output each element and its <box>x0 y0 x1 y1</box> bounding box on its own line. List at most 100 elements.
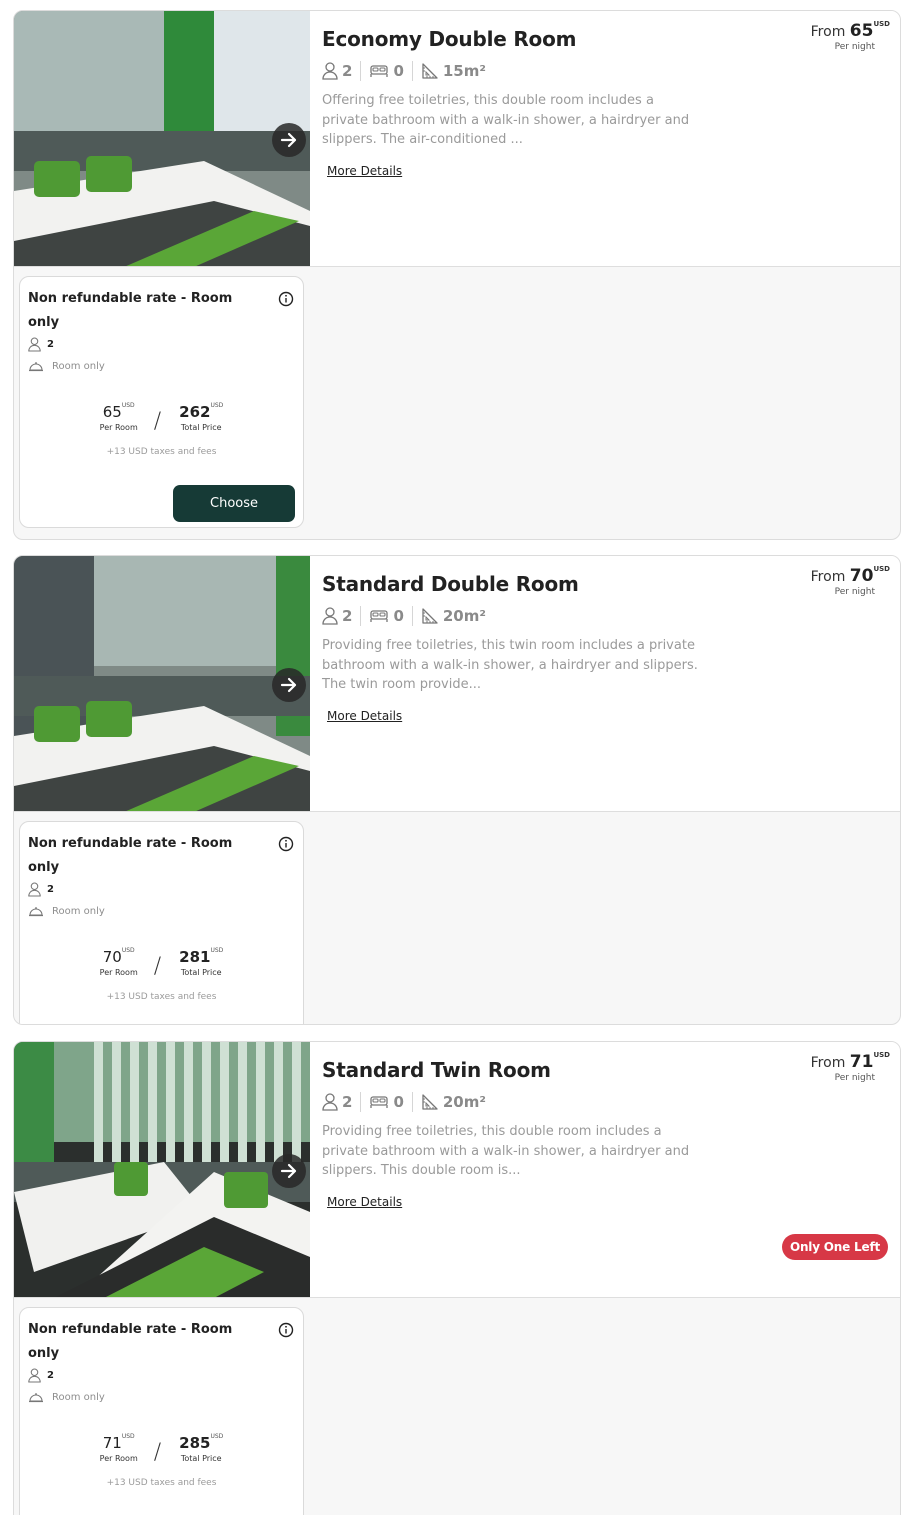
from-price-value: 65 <box>849 21 874 41</box>
more-details-link[interactable]: More Details <box>327 164 402 178</box>
person-icon <box>28 882 41 897</box>
rate-prices: 65USD Per Room / 262USD Total Price <box>20 402 303 434</box>
rate-name: Non refundable rate - Room only <box>28 291 233 330</box>
guest-capacity: 2 <box>322 61 362 81</box>
info-icon[interactable] <box>278 1322 294 1338</box>
room-features: 2 0 <box>322 1092 888 1112</box>
rate-occupancy-count: 2 <box>47 1370 54 1381</box>
total-price: 281USD Total Price <box>179 947 224 977</box>
more-details-link[interactable]: More Details <box>327 1195 402 1209</box>
room-size-feature: 20m² <box>421 606 494 626</box>
bed-count-feature: 0 <box>369 61 413 81</box>
total-price-label: Total Price <box>180 1454 222 1463</box>
arrow-right-icon <box>280 677 297 693</box>
taxes-fees: +13 USD taxes and fees <box>106 992 217 1002</box>
per-room-label: Per Room <box>99 1454 138 1463</box>
guest-count: 2 <box>342 62 353 80</box>
from-price: From 70USD Per night <box>810 565 890 597</box>
photo-next-button[interactable] <box>272 123 306 157</box>
room-photo-image <box>14 1042 310 1297</box>
rate-occupancy: 2 <box>28 337 295 352</box>
bed-count: 0 <box>393 1093 404 1111</box>
choose-button[interactable]: Choose <box>173 485 295 522</box>
photo-next-button[interactable] <box>272 1154 306 1188</box>
room-header: Standard Double Room 2 0 20m² Providing … <box>14 556 900 812</box>
from-price-value: 70 <box>849 566 874 586</box>
from-price-value: 71 <box>849 1052 874 1072</box>
from-price: From 65USD Per night <box>810 20 890 52</box>
arrow-right-icon <box>280 132 297 148</box>
area-icon <box>422 1094 438 1110</box>
room-description: Providing free toiletries, this double r… <box>322 1124 690 1178</box>
arrow-right-icon <box>280 1163 297 1179</box>
currency-label: USD <box>210 1433 224 1440</box>
rate-card: Non refundable rate - Room only 2 Room o… <box>19 821 304 1024</box>
currency-label: USD <box>121 947 135 954</box>
currency-label: USD <box>121 1433 135 1440</box>
board-type: Room only <box>52 905 105 917</box>
room-photo[interactable] <box>14 1042 310 1297</box>
room-photo[interactable] <box>14 11 310 266</box>
room-size: 20m² <box>442 607 486 625</box>
total-price: 285USD Total Price <box>179 1433 224 1463</box>
rate-board: Room only <box>28 360 295 372</box>
currency-label: USD <box>210 947 224 954</box>
total-price: 262USD Total Price <box>179 402 223 432</box>
total-price-value: 281 <box>179 948 211 966</box>
more-details-link[interactable]: More Details <box>327 709 402 723</box>
rate-prices: 71USD Per Room / 285USD Total Price <box>20 1433 303 1465</box>
info-icon[interactable] <box>278 836 294 852</box>
per-room-value: 70 <box>102 948 122 966</box>
currency-label: USD <box>873 20 890 28</box>
from-price: From 71USD Per night <box>810 1051 890 1083</box>
board-type: Room only <box>52 1391 105 1403</box>
total-price-label: Total Price <box>180 423 222 432</box>
cloche-icon <box>29 1393 43 1403</box>
guest-capacity: 2 <box>322 1092 362 1112</box>
room-size-feature: 15m² <box>421 61 494 81</box>
rate-name: Non refundable rate - Room only <box>28 836 233 875</box>
rate-occupancy-count: 2 <box>47 339 54 350</box>
photo-next-button[interactable] <box>272 668 306 702</box>
from-label: From <box>810 24 846 40</box>
guest-count: 2 <box>342 607 353 625</box>
per-room-price: 70USD Per Room <box>100 947 138 977</box>
bed-icon <box>370 610 389 622</box>
per-room-value: 65 <box>102 403 122 421</box>
price-divider: / <box>153 409 162 434</box>
room-photo[interactable] <box>14 556 310 811</box>
area-icon <box>422 608 438 624</box>
room-size-feature: 20m² <box>421 1092 494 1112</box>
cloche-icon <box>29 362 43 372</box>
info-icon[interactable] <box>278 291 294 307</box>
rate-occupancy: 2 <box>28 1368 295 1383</box>
per-room-label: Per Room <box>99 423 138 432</box>
cloche-icon <box>29 907 43 917</box>
person-icon <box>322 607 338 625</box>
bed-count: 0 <box>393 607 404 625</box>
per-room-price: 65USD Per Room <box>99 402 138 432</box>
rate-name: Non refundable rate - Room only <box>28 1322 233 1361</box>
rate-prices: 70USD Per Room / 281USD Total Price <box>20 947 303 979</box>
person-icon <box>322 62 338 80</box>
rate-list: Non refundable rate - Room only 2 Room o… <box>14 1298 900 1515</box>
availability-badge: Only One Left <box>781 1234 888 1260</box>
room-features: 2 0 <box>322 606 888 626</box>
room-photo-image <box>14 11 310 266</box>
bed-count-feature: 0 <box>369 1092 413 1112</box>
room-size: 20m² <box>442 1093 486 1111</box>
room-title: Standard Twin Room <box>322 1058 551 1082</box>
rate-card: Non refundable rate - Room only 2 Room o… <box>19 276 304 528</box>
from-label: From <box>810 569 846 585</box>
rate-board: Room only <box>28 905 295 917</box>
from-label: From <box>810 1055 846 1071</box>
room-description: Offering free toiletries, this double ro… <box>322 93 690 147</box>
board-type: Room only <box>52 360 105 372</box>
room-size: 15m² <box>442 62 486 80</box>
room-photo-image <box>14 556 310 811</box>
room-description: Providing free toiletries, this twin roo… <box>322 638 698 692</box>
room-header: Standard Twin Room 2 0 20m² Providing fr… <box>14 1042 900 1298</box>
per-night-label: Per night <box>834 587 875 597</box>
taxes-fees: +13 USD taxes and fees <box>106 447 217 457</box>
person-icon <box>28 1368 41 1383</box>
